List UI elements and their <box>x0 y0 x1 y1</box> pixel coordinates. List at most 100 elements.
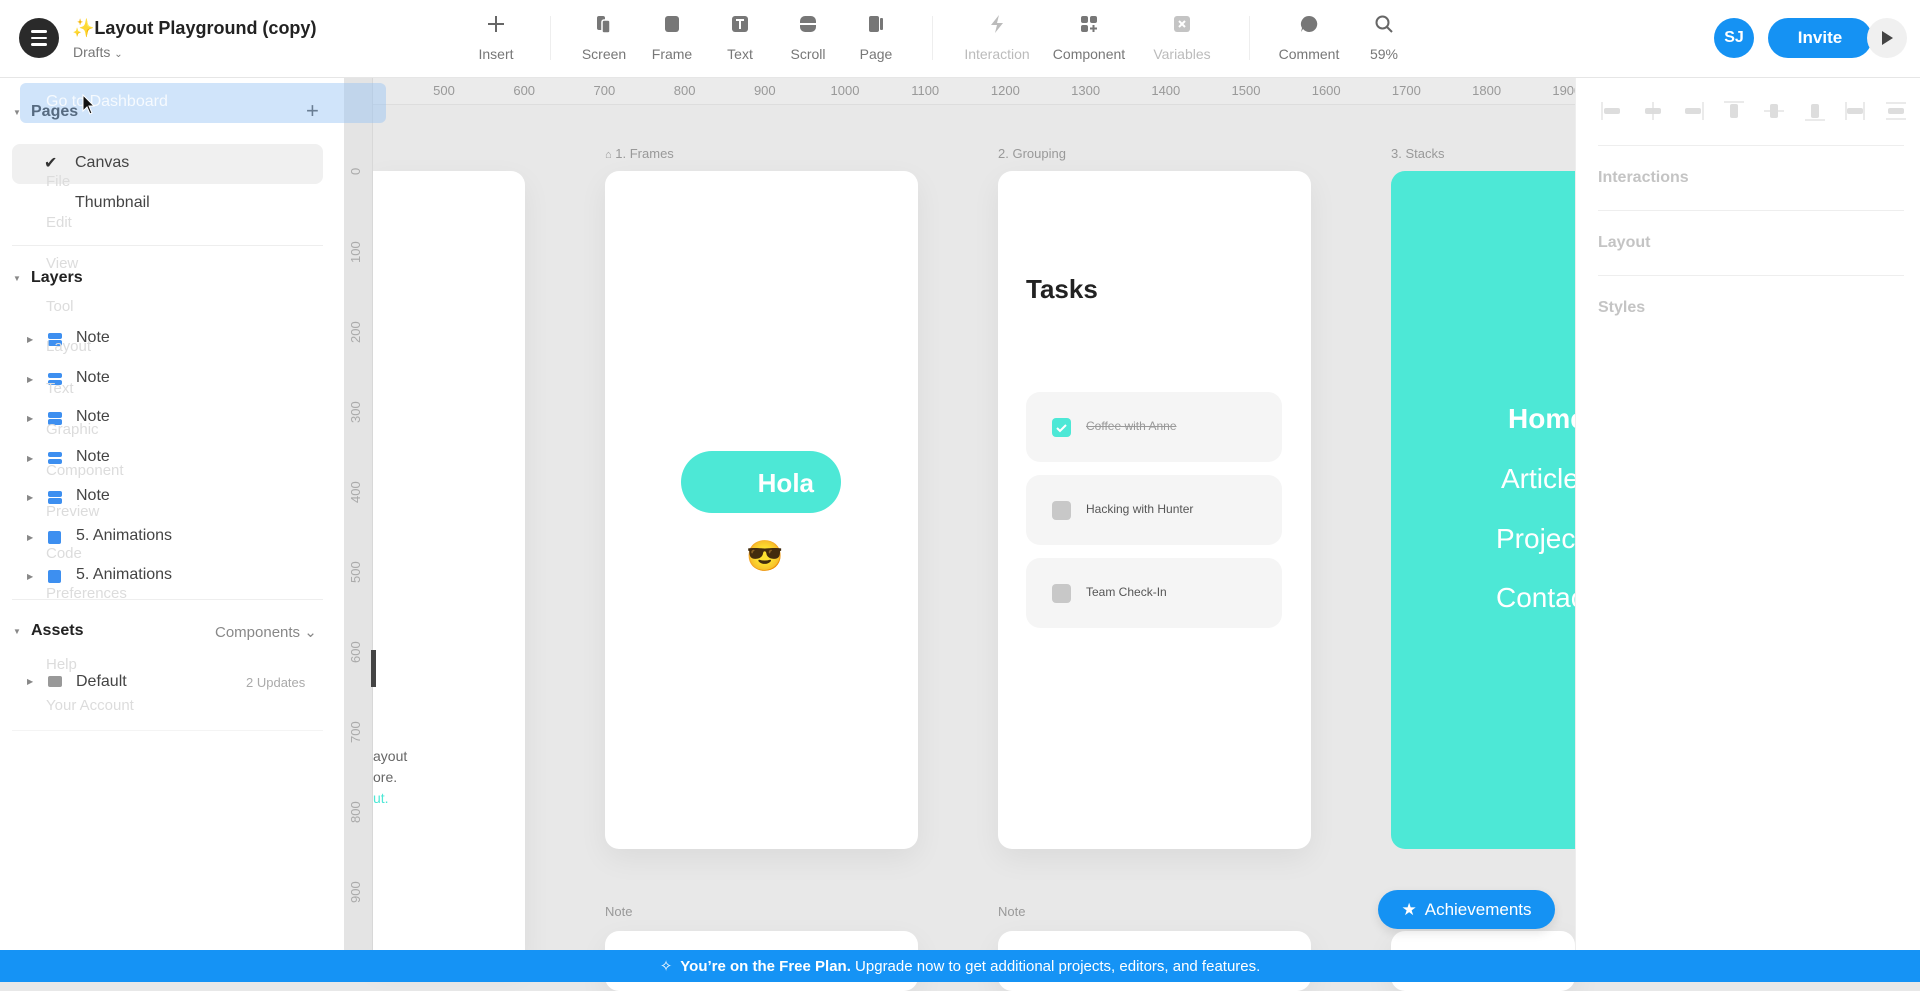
frame-stacks[interactable]: Home Articles Projects Contact <box>1391 171 1575 849</box>
ruler-tick-label: 1200 <box>990 83 1020 98</box>
expand-icon[interactable]: ▶ <box>27 493 33 502</box>
ghost-menu-item: Code <box>46 545 82 562</box>
hola-button[interactable]: Hola <box>681 451 841 513</box>
preview-play-button[interactable] <box>1867 18 1907 58</box>
frame-icon <box>48 570 61 583</box>
ghost-menu-item: Text <box>46 380 74 397</box>
asset-folder-default[interactable]: Default <box>76 673 127 691</box>
ruler-tick-label: 800 <box>348 801 363 823</box>
nav-home[interactable]: Home <box>1508 403 1575 435</box>
ruler-tick-label: 100 <box>348 241 363 263</box>
align-center-h-icon[interactable] <box>1641 100 1665 122</box>
page-item-thumbnail[interactable]: Thumbnail <box>75 194 150 212</box>
avatar[interactable]: SJ <box>1714 18 1754 58</box>
expand-icon[interactable]: ▶ <box>27 677 33 686</box>
check-icon: ✔ <box>44 155 58 172</box>
task-item[interactable]: Coffee with Anne <box>1026 392 1282 462</box>
styles-section[interactable]: Styles <box>1598 299 1645 317</box>
component-icon <box>1081 16 1097 32</box>
expand-icon[interactable]: ▶ <box>27 572 33 581</box>
collapse-assets-icon[interactable]: ▼ <box>13 627 21 636</box>
task-label: Hacking with Hunter <box>1086 502 1194 516</box>
expand-icon[interactable]: ▶ <box>27 335 33 344</box>
ruler-tick-label: 500 <box>433 83 455 98</box>
horizontal-ruler: 500 600 700 800 900 1000 1100 1200 1300 1400 1500 1… <box>373 78 1575 105</box>
nav-contact[interactable]: Contact <box>1496 582 1575 614</box>
toolbar-component-button[interactable]: Component <box>1039 12 1139 62</box>
toolbar-page-button[interactable]: Page <box>826 12 926 62</box>
partial-link[interactable]: ut. <box>373 788 407 809</box>
ruler-tick-label: 800 <box>673 83 696 98</box>
frame-frames[interactable]: Hola 😎 <box>605 171 918 849</box>
task-checkbox[interactable] <box>1052 501 1071 520</box>
top-bar: ✨Layout Playground (copy) Drafts ⌄ Inser… <box>0 0 1920 78</box>
frame-label-grouping[interactable]: 2. Grouping <box>998 146 1066 161</box>
ruler-tick-label: 200 <box>348 321 363 343</box>
toolbar-insert-button[interactable]: Insert <box>446 12 546 62</box>
sparkle-icon: ✨ <box>72 18 95 38</box>
partial-frame[interactable]: ayout ore. ut. <box>373 171 525 961</box>
ghost-menu-item: View <box>46 255 79 272</box>
achievements-button[interactable]: ★ Achievements <box>1378 890 1555 929</box>
updates-badge[interactable]: 2 Updates <box>246 675 305 690</box>
ghost-menu-item: Edit <box>46 214 72 231</box>
align-right-icon[interactable] <box>1681 100 1705 122</box>
ruler-tick-label: 1700 <box>1391 83 1421 98</box>
scroll-icon <box>800 16 816 32</box>
ghost-menu-item: Tool <box>46 298 74 315</box>
main-menu-button[interactable] <box>19 18 59 58</box>
ruler-tick-label: 400 <box>348 481 363 503</box>
ruler-tick-label: 1900 <box>1552 83 1575 98</box>
toolbar-interaction-button[interactable]: Interaction <box>947 12 1047 62</box>
right-panel: Interactions Layout Styles <box>1575 78 1920 950</box>
ruler-tick-label: 700 <box>593 83 616 98</box>
task-label: Team Check-In <box>1086 585 1167 599</box>
expand-icon[interactable]: ▶ <box>27 454 33 463</box>
interactions-section[interactable]: Interactions <box>1598 169 1689 187</box>
lightning-icon <box>991 15 1003 33</box>
nav-projects[interactable]: Projects <box>1496 523 1575 555</box>
distribute-v-icon[interactable] <box>1884 100 1908 122</box>
cursor-icon <box>82 94 96 115</box>
variables-icon <box>1174 16 1190 32</box>
invite-button[interactable]: Invite <box>1768 18 1872 58</box>
ruler-tick-label: 1100 <box>911 83 940 98</box>
expand-icon[interactable]: ▶ <box>27 375 33 384</box>
nav-articles[interactable]: Articles <box>1501 463 1575 495</box>
align-center-v-icon[interactable] <box>1762 100 1786 122</box>
frame-label-stacks[interactable]: 3. Stacks <box>1391 146 1444 161</box>
partial-text: ore. <box>373 769 398 785</box>
assets-filter-dropdown[interactable]: Components ⌄ <box>215 623 317 641</box>
layout-section[interactable]: Layout <box>1598 234 1650 252</box>
ruler-tick-label: 1400 <box>1151 83 1181 98</box>
frame-label-frames[interactable]: ⌂ 1. Frames <box>605 146 674 161</box>
ruler-tick-label: 500 <box>348 561 363 583</box>
divider <box>1598 275 1904 276</box>
expand-icon[interactable]: ▶ <box>27 533 33 542</box>
expand-icon[interactable]: ▶ <box>27 414 33 423</box>
task-checkbox[interactable] <box>1052 584 1071 603</box>
drafts-dropdown[interactable]: Drafts ⌄ <box>73 44 123 60</box>
toolbar-59-percent-button[interactable]: 59% <box>1334 12 1434 62</box>
project-title[interactable]: ✨Layout Playground (copy) <box>72 18 316 39</box>
collapse-layers-icon[interactable]: ▼ <box>13 274 21 283</box>
ruler-tick-label: 900 <box>753 83 776 98</box>
toolbar-variables-button[interactable]: Variables <box>1132 12 1232 62</box>
free-plan-banner[interactable]: ✧ You’re on the Free Plan. Upgrade now t… <box>0 950 1920 982</box>
divider <box>1598 210 1904 211</box>
scrollbar-thumb[interactable] <box>371 650 376 687</box>
sparkle-icon: ✧ <box>659 958 673 975</box>
task-item[interactable]: Hacking with Hunter <box>1026 475 1282 545</box>
task-checkbox[interactable] <box>1052 418 1071 437</box>
align-top-icon[interactable] <box>1722 100 1746 122</box>
align-left-icon[interactable] <box>1600 100 1624 122</box>
note-label[interactable]: Note <box>998 904 1025 919</box>
distribute-h-icon[interactable] <box>1843 100 1867 122</box>
note-label[interactable]: Note <box>605 904 632 919</box>
check-icon <box>1056 424 1067 433</box>
ghost-menu-item: Preview <box>46 503 100 520</box>
align-bottom-icon[interactable] <box>1803 100 1827 122</box>
frame-grouping[interactable]: Tasks Coffee with Anne Hacking with Hunte… <box>998 171 1311 849</box>
assets-header: Assets <box>31 622 84 639</box>
task-item[interactable]: Team Check-In <box>1026 558 1282 628</box>
